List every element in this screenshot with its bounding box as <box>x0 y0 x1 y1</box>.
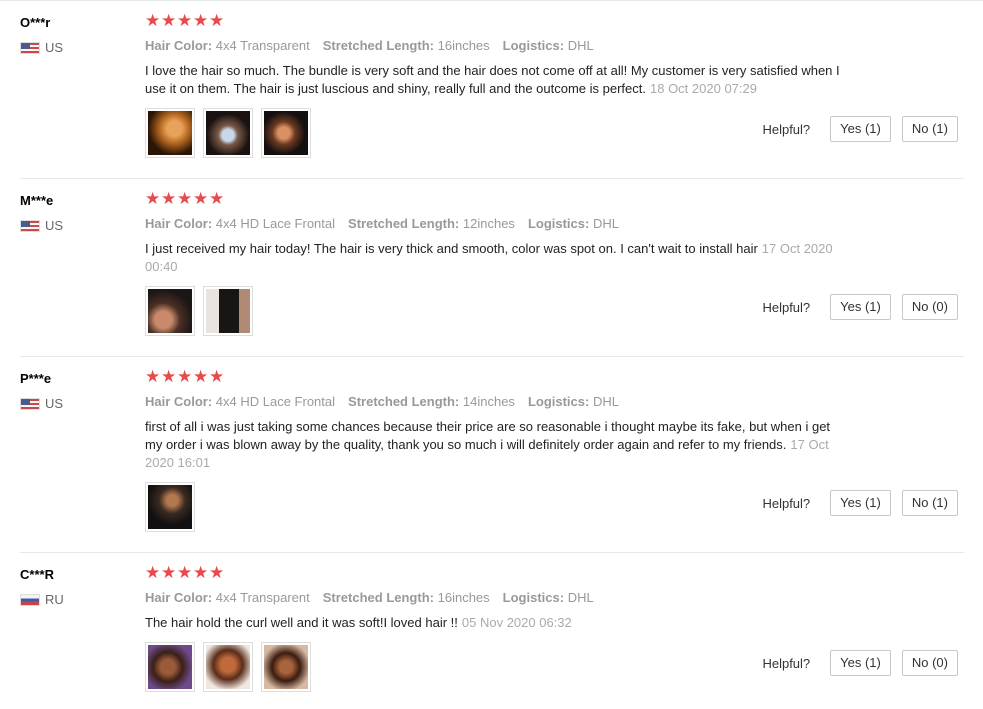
review-photos <box>145 108 311 158</box>
attr-logistics: Logistics: DHL <box>502 590 594 605</box>
star-icon: ★ <box>193 189 209 208</box>
star-rating: ★ ★ ★ ★ ★ <box>145 563 225 582</box>
helpful-no-button[interactable]: No (0) <box>901 294 958 320</box>
review-item: C***R RU ★ ★ ★ ★ ★ Hair Color: 4x4 Transpare… <box>20 552 964 709</box>
us-flag-icon <box>20 41 40 54</box>
country-code: RU <box>45 592 64 607</box>
review-photos <box>145 482 195 532</box>
country-code: US <box>45 40 64 55</box>
helpful-label: Helpful? <box>762 299 811 315</box>
star-icon: ★ <box>193 367 209 386</box>
star-icon: ★ <box>161 189 177 208</box>
reviewer-name: O***r <box>20 15 51 30</box>
review-text: I just received my hair today! The hair … <box>145 241 833 274</box>
attr-logistics: Logistics: DHL <box>527 394 619 409</box>
review-item: P***e US ★ ★ ★ ★ ★ Hair Color: 4x4 HD Lace F… <box>20 356 964 553</box>
sku-attributes: Hair Color: 4x4 Transparent Stretched Le… <box>145 38 607 53</box>
helpful-no-button[interactable]: No (0) <box>901 650 958 676</box>
review-text: The hair hold the curl well and it was s… <box>145 615 572 630</box>
reviewer-name: P***e <box>20 371 52 386</box>
star-icon: ★ <box>177 11 193 30</box>
review-photos <box>145 642 311 692</box>
star-icon: ★ <box>145 189 161 208</box>
ru-flag-icon <box>20 593 40 606</box>
reviewer-name: M***e <box>20 193 54 208</box>
us-flag-icon <box>20 397 40 410</box>
review-date: 18 Oct 2020 07:29 <box>650 81 757 96</box>
star-icon: ★ <box>209 563 225 582</box>
review-item: M***e US ★ ★ ★ ★ ★ Hair Color: 4x4 HD Lace F… <box>20 178 964 357</box>
review-photo-thumbnail[interactable] <box>145 482 195 532</box>
attr-stretched-length: Stretched Length: 14inches <box>348 394 515 409</box>
sku-attributes: Hair Color: 4x4 Transparent Stretched Le… <box>145 590 607 605</box>
helpful-no-button[interactable]: No (1) <box>901 116 958 142</box>
star-icon: ★ <box>145 11 161 30</box>
review-item: O***r US ★ ★ ★ ★ ★ Hair Color: 4x4 Transpare… <box>20 0 964 179</box>
star-icon: ★ <box>193 11 209 30</box>
star-icon: ★ <box>177 563 193 582</box>
country-code: US <box>45 218 64 233</box>
attr-stretched-length: Stretched Length: 16inches <box>322 38 490 53</box>
review-photo-thumbnail[interactable] <box>203 286 253 336</box>
reviewer-country: US <box>20 40 63 55</box>
country-code: US <box>45 396 64 411</box>
reviewer-country: RU <box>20 592 64 607</box>
helpful-vote: Helpful? Yes (1) No (0) <box>762 294 958 320</box>
helpful-yes-button[interactable]: Yes (1) <box>830 490 891 516</box>
helpful-label: Helpful? <box>762 121 811 137</box>
star-icon: ★ <box>209 189 225 208</box>
review-photos <box>145 286 253 336</box>
star-icon: ★ <box>177 367 193 386</box>
star-rating: ★ ★ ★ ★ ★ <box>145 11 225 30</box>
star-icon: ★ <box>161 11 177 30</box>
star-icon: ★ <box>177 189 193 208</box>
attr-hair-color: Hair Color: 4x4 Transparent <box>145 590 310 605</box>
review-text: I love the hair so much. The bundle is v… <box>145 63 840 96</box>
review-text: first of all i was just taking some chan… <box>145 419 831 470</box>
helpful-label: Helpful? <box>762 655 811 671</box>
review-photo-thumbnail[interactable] <box>203 642 253 692</box>
review-date: 05 Nov 2020 06:32 <box>461 615 572 630</box>
sku-attributes: Hair Color: 4x4 HD Lace Frontal Stretche… <box>145 394 632 409</box>
star-rating: ★ ★ ★ ★ ★ <box>145 367 225 386</box>
review-photo-thumbnail[interactable] <box>145 108 195 158</box>
star-icon: ★ <box>145 367 161 386</box>
star-icon: ★ <box>145 563 161 582</box>
attr-logistics: Logistics: DHL <box>527 216 619 231</box>
star-rating: ★ ★ ★ ★ ★ <box>145 189 225 208</box>
review-photo-thumbnail[interactable] <box>261 642 311 692</box>
review-photo-thumbnail[interactable] <box>203 108 253 158</box>
us-flag-icon <box>20 219 40 232</box>
helpful-vote: Helpful? Yes (1) No (1) <box>762 490 958 516</box>
reviewer-name: C***R <box>20 567 54 582</box>
attr-stretched-length: Stretched Length: 16inches <box>322 590 490 605</box>
attr-hair-color: Hair Color: 4x4 HD Lace Frontal <box>145 394 336 409</box>
helpful-yes-button[interactable]: Yes (1) <box>830 650 891 676</box>
star-icon: ★ <box>161 367 177 386</box>
review-photo-thumbnail[interactable] <box>145 642 195 692</box>
attr-stretched-length: Stretched Length: 12inches <box>348 216 515 231</box>
star-icon: ★ <box>193 563 209 582</box>
review-photo-thumbnail[interactable] <box>145 286 195 336</box>
reviewer-country: US <box>20 396 63 411</box>
star-icon: ★ <box>161 563 177 582</box>
sku-attributes: Hair Color: 4x4 HD Lace Frontal Stretche… <box>145 216 632 231</box>
attr-logistics: Logistics: DHL <box>502 38 594 53</box>
helpful-no-button[interactable]: No (1) <box>901 490 958 516</box>
helpful-label: Helpful? <box>762 495 811 511</box>
helpful-vote: Helpful? Yes (1) No (1) <box>762 116 958 142</box>
helpful-yes-button[interactable]: Yes (1) <box>830 294 891 320</box>
attr-hair-color: Hair Color: 4x4 Transparent <box>145 38 310 53</box>
review-photo-thumbnail[interactable] <box>261 108 311 158</box>
reviewer-country: US <box>20 218 63 233</box>
star-icon: ★ <box>209 367 225 386</box>
star-icon: ★ <box>209 11 225 30</box>
helpful-vote: Helpful? Yes (1) No (0) <box>762 650 958 676</box>
helpful-yes-button[interactable]: Yes (1) <box>830 116 891 142</box>
attr-hair-color: Hair Color: 4x4 HD Lace Frontal <box>145 216 336 231</box>
